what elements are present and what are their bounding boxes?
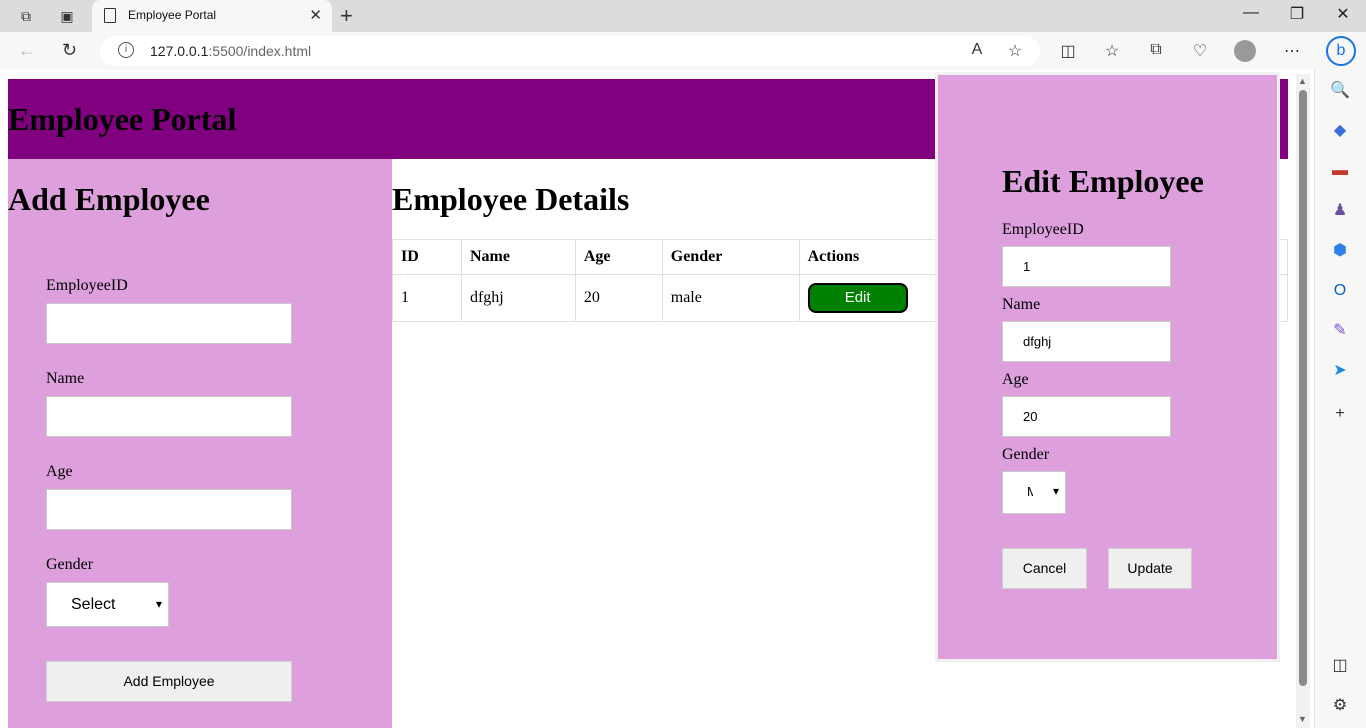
- split-screen-icon[interactable]: ◫: [1057, 41, 1079, 61]
- browser-essentials-icon[interactable]: ♡: [1189, 41, 1211, 61]
- browser-sidebar: 🔍 ◆ ▬ ♟ ⬢ O ✎ ➤ + ◫ ⚙: [1314, 70, 1366, 728]
- scrollbar-thumb[interactable]: [1299, 90, 1307, 686]
- office-icon[interactable]: ⬢: [1329, 240, 1351, 262]
- search-icon[interactable]: 🔍: [1329, 80, 1351, 102]
- edit-employee-modal: Edit Employee EmployeeID 1 Name dfghj Ag…: [935, 72, 1280, 662]
- browser-tab-bar: ⧉ ▣ Employee Portal ✕ + — ❐ ✕: [0, 0, 1366, 32]
- cell-age: 20: [574, 274, 663, 322]
- address-bar[interactable]: i 127.0.0.1:5500/index.html A ☆: [100, 36, 1040, 66]
- page-scrollbar[interactable]: ▲ ▼: [1296, 74, 1310, 728]
- edit-button[interactable]: Edit: [807, 283, 908, 313]
- shopping-icon[interactable]: ◆: [1329, 120, 1351, 142]
- tab-actions-icon[interactable]: ▣: [58, 7, 76, 25]
- chevron-down-icon: ▾: [155, 597, 162, 611]
- edit-gender-select[interactable]: M ▾: [1002, 471, 1066, 514]
- employee-details-title: Employee Details: [392, 181, 630, 217]
- designer-icon[interactable]: ✎: [1329, 320, 1351, 342]
- collections-icon[interactable]: ⧉: [1145, 41, 1167, 59]
- column-header-age: Age: [574, 239, 663, 275]
- url-text: 127.0.0.1:5500/index.html: [150, 43, 312, 59]
- cell-name: dfghj: [460, 274, 576, 322]
- back-icon[interactable]: ←: [18, 40, 36, 61]
- add-sidebar-icon[interactable]: +: [1329, 403, 1351, 425]
- age-field[interactable]: [46, 489, 292, 530]
- column-header-gender: Gender: [661, 239, 800, 275]
- workspaces-icon[interactable]: ⧉: [17, 7, 35, 25]
- gender-select[interactable]: Select ▾: [46, 582, 169, 627]
- edit-name-field[interactable]: dfghj: [1002, 321, 1171, 362]
- address-bar-row: ← ↻ i 127.0.0.1:5500/index.html A ☆ ◫ ☆ …: [0, 32, 1366, 70]
- update-button[interactable]: Update: [1108, 548, 1192, 589]
- favorite-star-icon[interactable]: ☆: [1004, 41, 1026, 61]
- add-employee-panel: Add Employee EmployeeID Name Age Gender …: [8, 159, 392, 728]
- profile-avatar[interactable]: [1234, 40, 1256, 62]
- edit-age-label: Age: [1002, 371, 1029, 388]
- tab-title: Employee Portal: [128, 8, 217, 22]
- games-icon[interactable]: ♟: [1329, 200, 1351, 222]
- edit-employee-title: Edit Employee: [1002, 163, 1204, 199]
- page-icon: [104, 8, 116, 23]
- edit-age-field[interactable]: 20: [1002, 396, 1171, 437]
- gender-select-value: Select: [71, 596, 116, 613]
- employee-id-field[interactable]: [46, 303, 292, 344]
- new-tab-icon[interactable]: +: [340, 3, 353, 29]
- add-employee-button[interactable]: Add Employee: [46, 661, 292, 702]
- edit-employee-id-label: EmployeeID: [1002, 221, 1084, 238]
- age-label: Age: [46, 463, 73, 480]
- refresh-icon[interactable]: ↻: [62, 40, 77, 61]
- name-field[interactable]: [46, 396, 292, 437]
- restore-icon[interactable]: ❐: [1274, 4, 1320, 24]
- cell-gender: male: [661, 274, 800, 322]
- site-info-icon[interactable]: i: [118, 42, 134, 58]
- close-window-icon[interactable]: ✕: [1320, 4, 1366, 24]
- read-aloud-icon[interactable]: A: [966, 41, 988, 59]
- scroll-down-icon[interactable]: ▼: [1298, 714, 1307, 724]
- close-tab-icon[interactable]: ✕: [309, 6, 322, 24]
- copilot-icon[interactable]: b: [1326, 36, 1356, 66]
- employee-id-label: EmployeeID: [46, 277, 128, 294]
- tools-icon[interactable]: ▬: [1329, 160, 1351, 182]
- scroll-up-icon[interactable]: ▲: [1298, 76, 1307, 86]
- edit-name-label: Name: [1002, 296, 1041, 313]
- favorites-icon[interactable]: ☆: [1101, 41, 1123, 61]
- name-label: Name: [46, 370, 85, 387]
- cancel-button[interactable]: Cancel: [1002, 548, 1087, 589]
- browser-tab[interactable]: Employee Portal ✕: [92, 0, 332, 32]
- outlook-icon[interactable]: O: [1329, 280, 1351, 302]
- cell-id: 1: [392, 274, 462, 322]
- minimize-icon[interactable]: —: [1228, 4, 1274, 22]
- add-employee-title: Add Employee: [8, 181, 210, 217]
- edit-employee-id-field[interactable]: 1: [1002, 246, 1171, 287]
- page-title: Employee Portal: [8, 101, 237, 137]
- settings-gear-icon[interactable]: ⚙: [1329, 695, 1351, 717]
- edit-gender-label: Gender: [1002, 446, 1050, 463]
- edit-gender-select-value: M: [1027, 484, 1033, 499]
- sidebar-toggle-icon[interactable]: ◫: [1329, 655, 1351, 677]
- column-header-id: ID: [392, 239, 462, 275]
- chevron-down-icon: ▾: [1052, 484, 1059, 498]
- column-header-name: Name: [460, 239, 576, 275]
- more-menu-icon[interactable]: ⋯: [1281, 41, 1303, 61]
- send-icon[interactable]: ➤: [1329, 360, 1351, 382]
- gender-label: Gender: [46, 556, 94, 573]
